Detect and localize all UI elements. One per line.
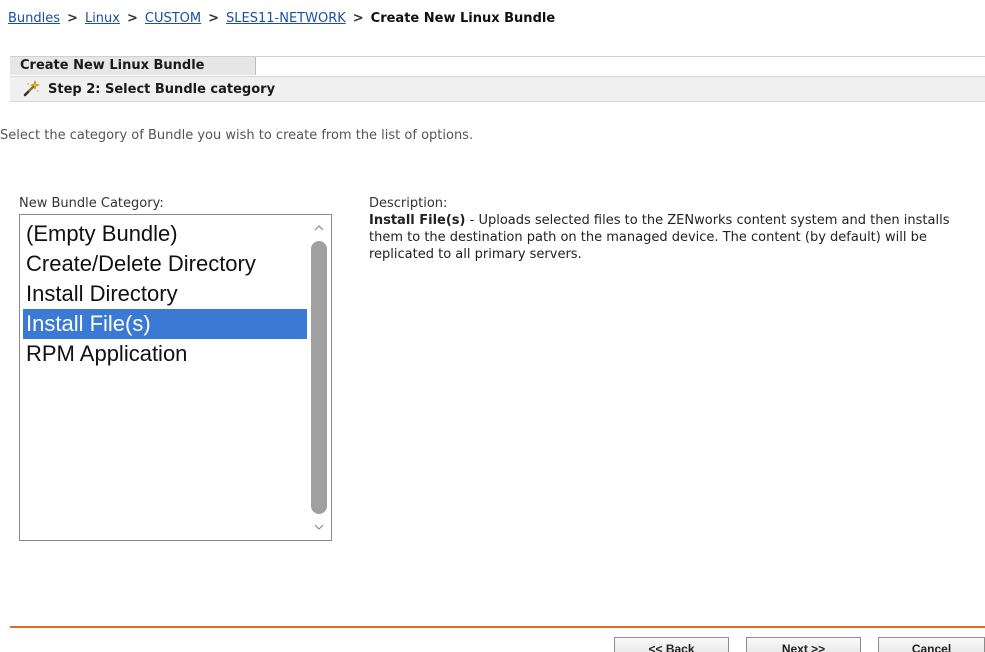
breadcrumb-separator: >: [352, 11, 364, 26]
footer-divider: [10, 626, 985, 628]
wizard-tab-bar: Create New Linux Bundle: [10, 56, 985, 76]
category-listbox[interactable]: (Empty Bundle) Create/Delete Directory I…: [19, 214, 332, 541]
magic-wand-icon: [22, 80, 40, 98]
breadcrumb-separator: >: [67, 11, 78, 26]
breadcrumb-link-linux[interactable]: Linux: [85, 11, 120, 26]
category-option-rpm-application[interactable]: RPM Application: [23, 339, 307, 369]
breadcrumb-separator: >: [208, 11, 220, 26]
breadcrumb-separator: >: [126, 11, 138, 26]
scrollbar-thumb[interactable]: [311, 241, 327, 514]
breadcrumb-link-sles11-network[interactable]: SLES11-NETWORK: [226, 11, 346, 26]
scroll-down-icon[interactable]: [309, 518, 329, 536]
wizard-page: Bundles > Linux > CUSTOM > SLES11-NETWORK > Crea…: [0, 0, 985, 652]
back-button[interactable]: << Back: [614, 637, 729, 652]
breadcrumb-current: Create New Linux Bundle: [370, 11, 556, 26]
description-label: Description:: [369, 196, 448, 211]
category-option-create-delete-directory[interactable]: Create/Delete Directory: [23, 249, 307, 279]
breadcrumb: Bundles > Linux > CUSTOM > SLES11-NETWORK > Crea…: [8, 10, 555, 28]
breadcrumb-link-bundles[interactable]: Bundles: [8, 11, 60, 26]
category-option-install-directory[interactable]: Install Directory: [23, 279, 307, 309]
category-list-label: New Bundle Category:: [19, 196, 164, 211]
listbox-scrollbar[interactable]: [309, 219, 329, 536]
cancel-button[interactable]: Cancel: [878, 637, 985, 652]
next-button[interactable]: Next >>: [746, 637, 861, 652]
wizard-step-bar: Step 2: Select Bundle category: [10, 76, 985, 102]
description-title: Install File(s): [369, 213, 466, 228]
wizard-step-title: Step 2: Select Bundle category: [48, 82, 276, 97]
category-option-empty-bundle[interactable]: (Empty Bundle): [23, 219, 307, 249]
category-option-install-files[interactable]: Install File(s): [23, 309, 307, 339]
wizard-tab-title: Create New Linux Bundle: [10, 57, 256, 75]
category-list-items: (Empty Bundle) Create/Delete Directory I…: [23, 219, 307, 369]
description-text: Install File(s) - Uploads selected files…: [369, 212, 985, 263]
breadcrumb-link-custom[interactable]: CUSTOM: [145, 11, 201, 26]
instruction-text: Select the category of Bundle you wish t…: [0, 128, 474, 143]
scrollbar-track[interactable]: [311, 241, 327, 514]
scroll-up-icon[interactable]: [309, 219, 329, 237]
